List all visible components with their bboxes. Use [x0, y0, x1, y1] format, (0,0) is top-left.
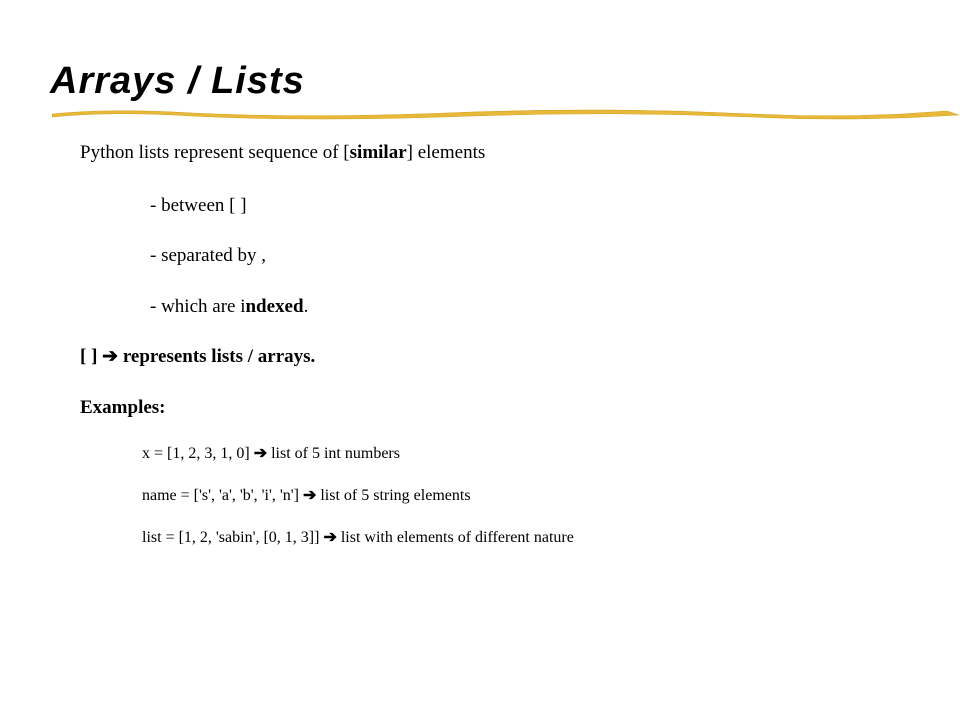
example-1-pre: x = [1, 2, 3, 1, 0]: [142, 445, 254, 462]
bullet-3-bold: ndexed: [245, 296, 303, 317]
bullet-group: - between [ ] - separated by , - which a…: [80, 192, 910, 322]
represents-post: represents lists / arrays.: [118, 346, 315, 367]
example-3-post: list with elements of different nature: [337, 529, 574, 546]
arrow-icon: ➔: [323, 529, 336, 546]
intro-post: ] elements: [407, 142, 486, 163]
examples-group: x = [1, 2, 3, 1, 0] ➔ list of 5 int numb…: [80, 442, 910, 550]
represents-pre: [ ]: [80, 346, 102, 367]
example-1: x = [1, 2, 3, 1, 0] ➔ list of 5 int numb…: [142, 442, 910, 466]
arrow-icon: ➔: [303, 487, 316, 504]
examples-label: Examples:: [80, 394, 910, 423]
intro-bold: similar: [350, 142, 407, 163]
arrow-icon: ➔: [102, 346, 118, 367]
arrow-icon: ➔: [254, 445, 267, 462]
intro-pre: Python lists represent sequence of [: [80, 142, 350, 163]
title-underline-stroke: [52, 106, 960, 124]
bullet-3-post: .: [304, 296, 309, 317]
slide-content: Python lists represent sequence of [simi…: [50, 139, 910, 550]
represents-line: [ ] ➔ represents lists / arrays.: [80, 343, 910, 372]
example-2-pre: name = ['s', 'a', 'b', 'i', 'n']: [142, 487, 303, 504]
slide-title: Arrays / Lists: [50, 60, 910, 103]
slide-container: Arrays / Lists Python lists represent se…: [0, 0, 960, 618]
example-2-post: list of 5 string elements: [316, 487, 470, 504]
bullet-3-pre: - which are i: [150, 296, 245, 317]
bullet-2: - separated by ,: [150, 242, 910, 271]
example-1-post: list of 5 int numbers: [267, 445, 400, 462]
example-3: list = [1, 2, 'sabin', [0, 1, 3]] ➔ list…: [142, 526, 910, 550]
bullet-3: - which are indexed.: [150, 293, 910, 322]
intro-line: Python lists represent sequence of [simi…: [80, 139, 910, 168]
example-3-pre: list = [1, 2, 'sabin', [0, 1, 3]]: [142, 529, 323, 546]
example-2: name = ['s', 'a', 'b', 'i', 'n'] ➔ list …: [142, 484, 910, 508]
bullet-1: - between [ ]: [150, 192, 910, 221]
